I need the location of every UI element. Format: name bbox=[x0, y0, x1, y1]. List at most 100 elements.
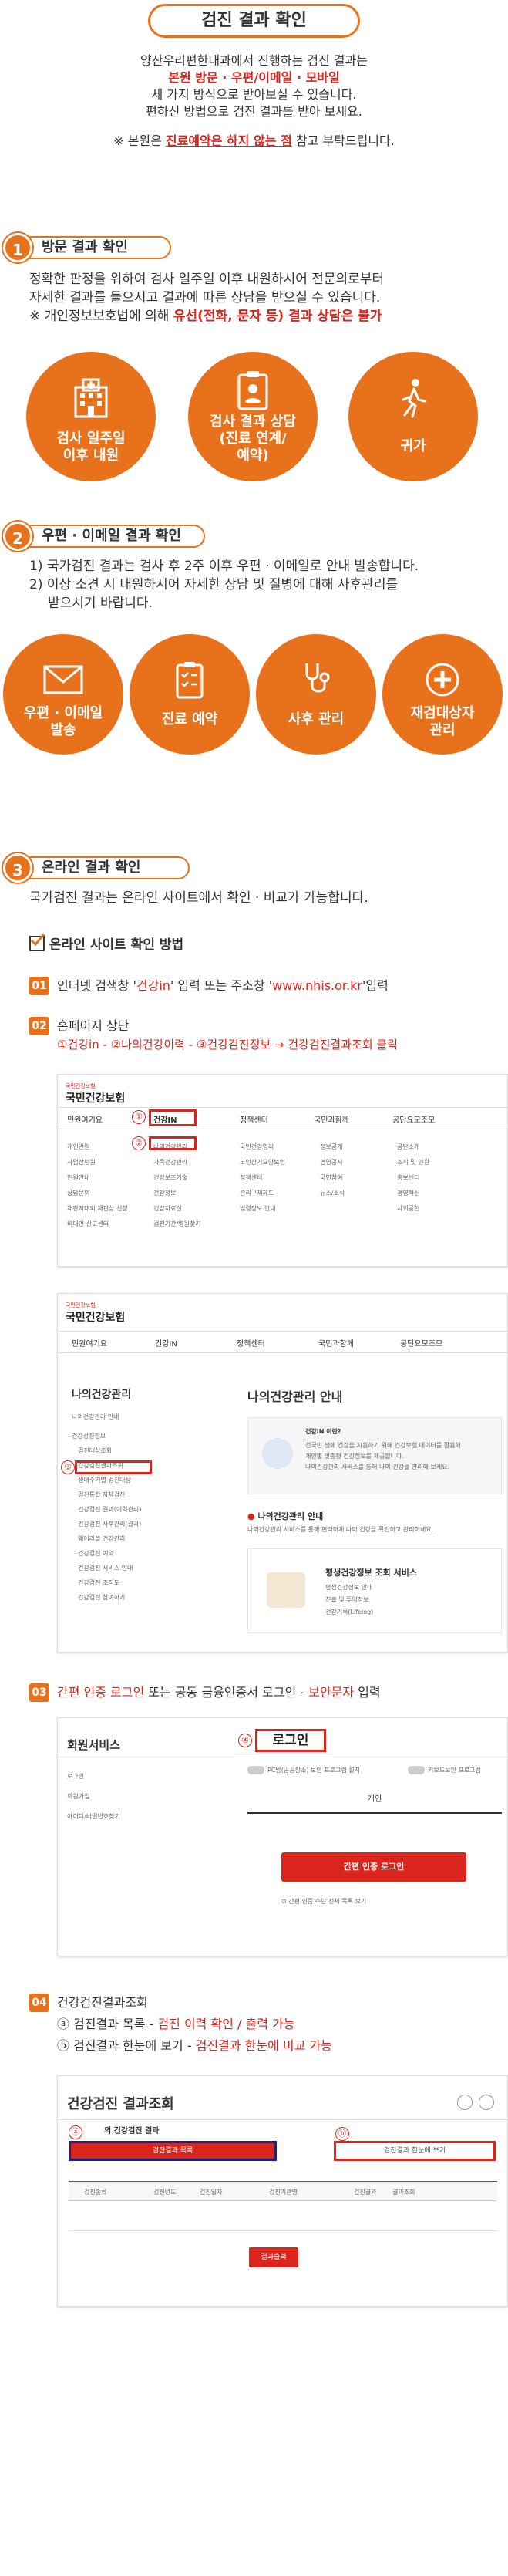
step2-text: 홈페이지 상단 bbox=[57, 1018, 130, 1033]
menu-item[interactable]: 국민과함께 bbox=[314, 1113, 349, 1125]
menu-item[interactable]: 정책센터 bbox=[237, 1337, 265, 1349]
side-signup[interactable]: 회원가입 bbox=[67, 1792, 89, 1801]
section1-number: 1 bbox=[3, 233, 32, 262]
menu-link[interactable]: 정보공개 bbox=[320, 1139, 345, 1155]
menu-col: 개인민원 사업장민원 민원안내 상담문의 재판지대외 재판상 신청 비대면 신고… bbox=[67, 1139, 129, 1232]
menu-item[interactable]: 정책센터 bbox=[240, 1113, 268, 1125]
sidebar-item[interactable]: 건강검진정보 bbox=[72, 1429, 172, 1443]
section3-number: 3 bbox=[3, 853, 32, 883]
step-circle-reserve: 진료 예약 bbox=[130, 634, 250, 755]
auth-list-link[interactable]: ⊙ 간편 인증 수단 전체 목록 보기 bbox=[281, 1897, 366, 1906]
marker-2: ② bbox=[132, 1136, 146, 1150]
results-subtitle: 의 건강검진 결과 bbox=[104, 2127, 160, 2135]
pc-security-toggle[interactable]: PC방(공공장소) 보안 프로그램 설치 bbox=[247, 1766, 360, 1774]
sub-desc: 나의건강관리 서비스를 통해 편리하게 나의 건강을 확인하고 관리하세요. bbox=[247, 1526, 434, 1533]
share-icon[interactable] bbox=[479, 2095, 494, 2110]
marker-1: ① bbox=[132, 1110, 146, 1124]
step4-a: ⓐ 검진결과 목록 - 검진 이력 확인 / 출력 가능 bbox=[57, 2017, 295, 2031]
menu-link[interactable]: 비대면 신고센터 bbox=[67, 1217, 129, 1232]
menu-link[interactable]: 가족건강관리 bbox=[153, 1155, 201, 1170]
menu-link[interactable]: 관리구제제도 bbox=[240, 1186, 285, 1201]
intro-line: 세 가지 방식으로 받아보실 수 있습니다. bbox=[151, 87, 357, 102]
service-card[interactable]: 평생건강정보 조회 서비스 평생건강정보 안내 진료 및 투약정보 건강기록(L… bbox=[247, 1548, 502, 1633]
menu-link[interactable]: 재판지대외 재판상 신청 bbox=[67, 1201, 129, 1217]
menu-link[interactable]: 검진기관/병원찾기 bbox=[153, 1217, 201, 1232]
checkbox-icon bbox=[29, 934, 45, 951]
step-number: 04 bbox=[29, 1994, 49, 2012]
menu-item[interactable]: 공단요모조모 bbox=[400, 1337, 442, 1349]
intro-line: 편하신 방법으로 검진 결과를 받아 보세요. bbox=[146, 104, 362, 119]
globe-icon bbox=[262, 1438, 293, 1469]
menu-link-my-health[interactable]: 나의건강관리 bbox=[153, 1139, 201, 1155]
menu-link[interactable]: 상담문의 bbox=[67, 1186, 129, 1201]
menu-link[interactable]: 국민건강영리 bbox=[240, 1139, 285, 1155]
menu-link[interactable]: 국민참여 bbox=[320, 1170, 345, 1186]
step-number: 02 bbox=[29, 1017, 49, 1035]
menu-link[interactable]: 뉴스/소식 bbox=[320, 1186, 345, 1201]
menu-link[interactable]: 조직 및 인원 bbox=[397, 1155, 429, 1170]
menu-item[interactable]: 민원여기요 bbox=[67, 1113, 103, 1125]
simple-auth-login-button[interactable]: 간편 인증 로그인 bbox=[281, 1852, 466, 1882]
sidebar-menu: 나의건강관리 안내 건강검진정보 검진대상조회 건강검진결과조회 생애주기별 검… bbox=[72, 1410, 172, 1605]
menu-link[interactable]: 법령정보 안내 bbox=[240, 1201, 285, 1217]
info-box: 건강IN 이란? 전국민 생애 건강을 지원하기 위해 건강보험 데이터를 활용… bbox=[247, 1417, 502, 1494]
print-result-button[interactable]: 결과출력 bbox=[249, 2247, 298, 2267]
menu-link[interactable]: 건강보조기술 bbox=[153, 1170, 201, 1186]
step3-text: 간편 인증 로그인 또는 공동 금융인증서 로그인 - 보안문자 입력 bbox=[57, 1685, 381, 1700]
menu-link[interactable]: 홍보센터 bbox=[397, 1170, 429, 1186]
section2-text: 1) 국가검진 결과는 검사 후 2주 이후 우편 · 이메일로 안내 발송합니… bbox=[29, 559, 419, 574]
menu-link[interactable]: 건강자료실 bbox=[153, 1201, 201, 1217]
menu-link[interactable]: 사업장민원 bbox=[67, 1155, 129, 1170]
result-compare-button[interactable]: 검진결과 한눈에 보기 bbox=[334, 2141, 496, 2161]
menu-link[interactable]: 경영혁신 bbox=[397, 1186, 429, 1201]
sidebar-item[interactable]: 검진통합 자체검진 bbox=[72, 1487, 172, 1502]
method-title: 온라인 사이트 확인 방법 bbox=[29, 934, 183, 953]
step2-path: ①건강in - ②나의건강이력 - ③건강검진정보 → 건강검진결과조회 클릭 bbox=[57, 1038, 398, 1052]
menu-item[interactable]: 국민과함께 bbox=[318, 1337, 354, 1349]
section1-title: 방문 결과 확인 bbox=[17, 236, 171, 259]
step-circle-visit: 검사 일주일 이후 내원 bbox=[26, 352, 156, 481]
step-circle-mail: 우편 · 이메일 발송 bbox=[3, 634, 123, 755]
sidebar-item[interactable]: 검진대상조회 bbox=[72, 1443, 172, 1458]
menu-link[interactable]: 공단소개 bbox=[397, 1139, 429, 1155]
results-table-header: 검진종류 검진년도 검진일자 검진기관명 검진결과 결과조회 bbox=[69, 2181, 497, 2201]
print-icon[interactable] bbox=[457, 2095, 473, 2110]
menu-link[interactable]: 노인장기요양보험 bbox=[240, 1155, 285, 1170]
step-circle-aftercare: 사후 관리 bbox=[256, 634, 376, 755]
sidebar-item[interactable]: 건강검진 참여하기 bbox=[72, 1590, 172, 1605]
sidebar-item[interactable]: 웨어러블 건강관리 bbox=[72, 1531, 172, 1546]
section1-text: 정확한 판정을 위하여 검사 일주일 이후 내원하시어 전문의로부터 bbox=[29, 272, 385, 287]
sidebar-item[interactable]: 건강검진 예약 bbox=[72, 1546, 172, 1561]
highlight-box bbox=[75, 1460, 152, 1474]
sidebar-item[interactable]: 건강검진 결과(이력관리) bbox=[72, 1502, 172, 1517]
sidebar-item[interactable]: 건강검진 사후관리(결과) bbox=[72, 1517, 172, 1531]
section2-text: 2) 이상 소견 시 내원하시어 자세한 상담 및 질병에 대해 사후관리를 bbox=[29, 577, 399, 593]
section1-text: 자세한 결과를 들으시고 결과에 따른 상담을 받으실 수 있습니다. bbox=[29, 290, 381, 306]
sub-title: ● 나의건강관리 안내 bbox=[247, 1511, 324, 1521]
section3-text: 국가검진 결과는 온라인 사이트에서 확인 · 비교가 가능합니다. bbox=[29, 890, 368, 906]
menu-item[interactable]: 공단요모조모 bbox=[392, 1113, 435, 1125]
menu-link[interactable]: 건강정보 bbox=[153, 1186, 201, 1201]
results-title: 건강검진 결과조회 bbox=[67, 2096, 174, 2112]
menu-item[interactable]: 민원여기요 bbox=[72, 1337, 107, 1349]
menu-link[interactable]: 정책센터 bbox=[240, 1170, 285, 1186]
result-list-button[interactable]: 검진결과 목록 bbox=[69, 2141, 277, 2161]
sidebar-item[interactable]: 생애주기별 검진대상 bbox=[72, 1473, 172, 1487]
menu-link[interactable]: 경영공시 bbox=[320, 1155, 345, 1170]
menu-link[interactable]: 민원안내 bbox=[67, 1170, 129, 1186]
house-icon bbox=[267, 1572, 305, 1608]
menu-link[interactable]: 개인민원 bbox=[67, 1139, 129, 1155]
sidebar-item[interactable]: 건강검진 조직도 bbox=[72, 1575, 172, 1590]
section2-text: 받으시기 바랍니다. bbox=[48, 596, 153, 611]
keyboard-security-toggle[interactable]: 키보드보안 프로그램 bbox=[408, 1766, 481, 1774]
side-login[interactable]: 로그인 bbox=[67, 1772, 84, 1781]
side-find-id[interactable]: 아이디/비밀번호찾기 bbox=[67, 1812, 120, 1821]
sidebar-item[interactable]: 건강검진 서비스 안내 bbox=[72, 1561, 172, 1575]
step-circle-consult: 검사 결과 상담 (진료 연계/ 예약) bbox=[188, 352, 318, 481]
tab-personal[interactable]: 개인 bbox=[247, 1786, 502, 1814]
section1-notice: ※ 개인정보보호법에 의해 유선(전화, 문자 등) 결과 상담은 불가 bbox=[29, 309, 382, 324]
menu-link[interactable]: 사회공헌 bbox=[397, 1201, 429, 1217]
menu-item[interactable]: 건강IN bbox=[155, 1337, 177, 1349]
sidebar-item[interactable]: 나의건강관리 안내 bbox=[72, 1410, 172, 1424]
section2-number: 2 bbox=[3, 522, 32, 551]
